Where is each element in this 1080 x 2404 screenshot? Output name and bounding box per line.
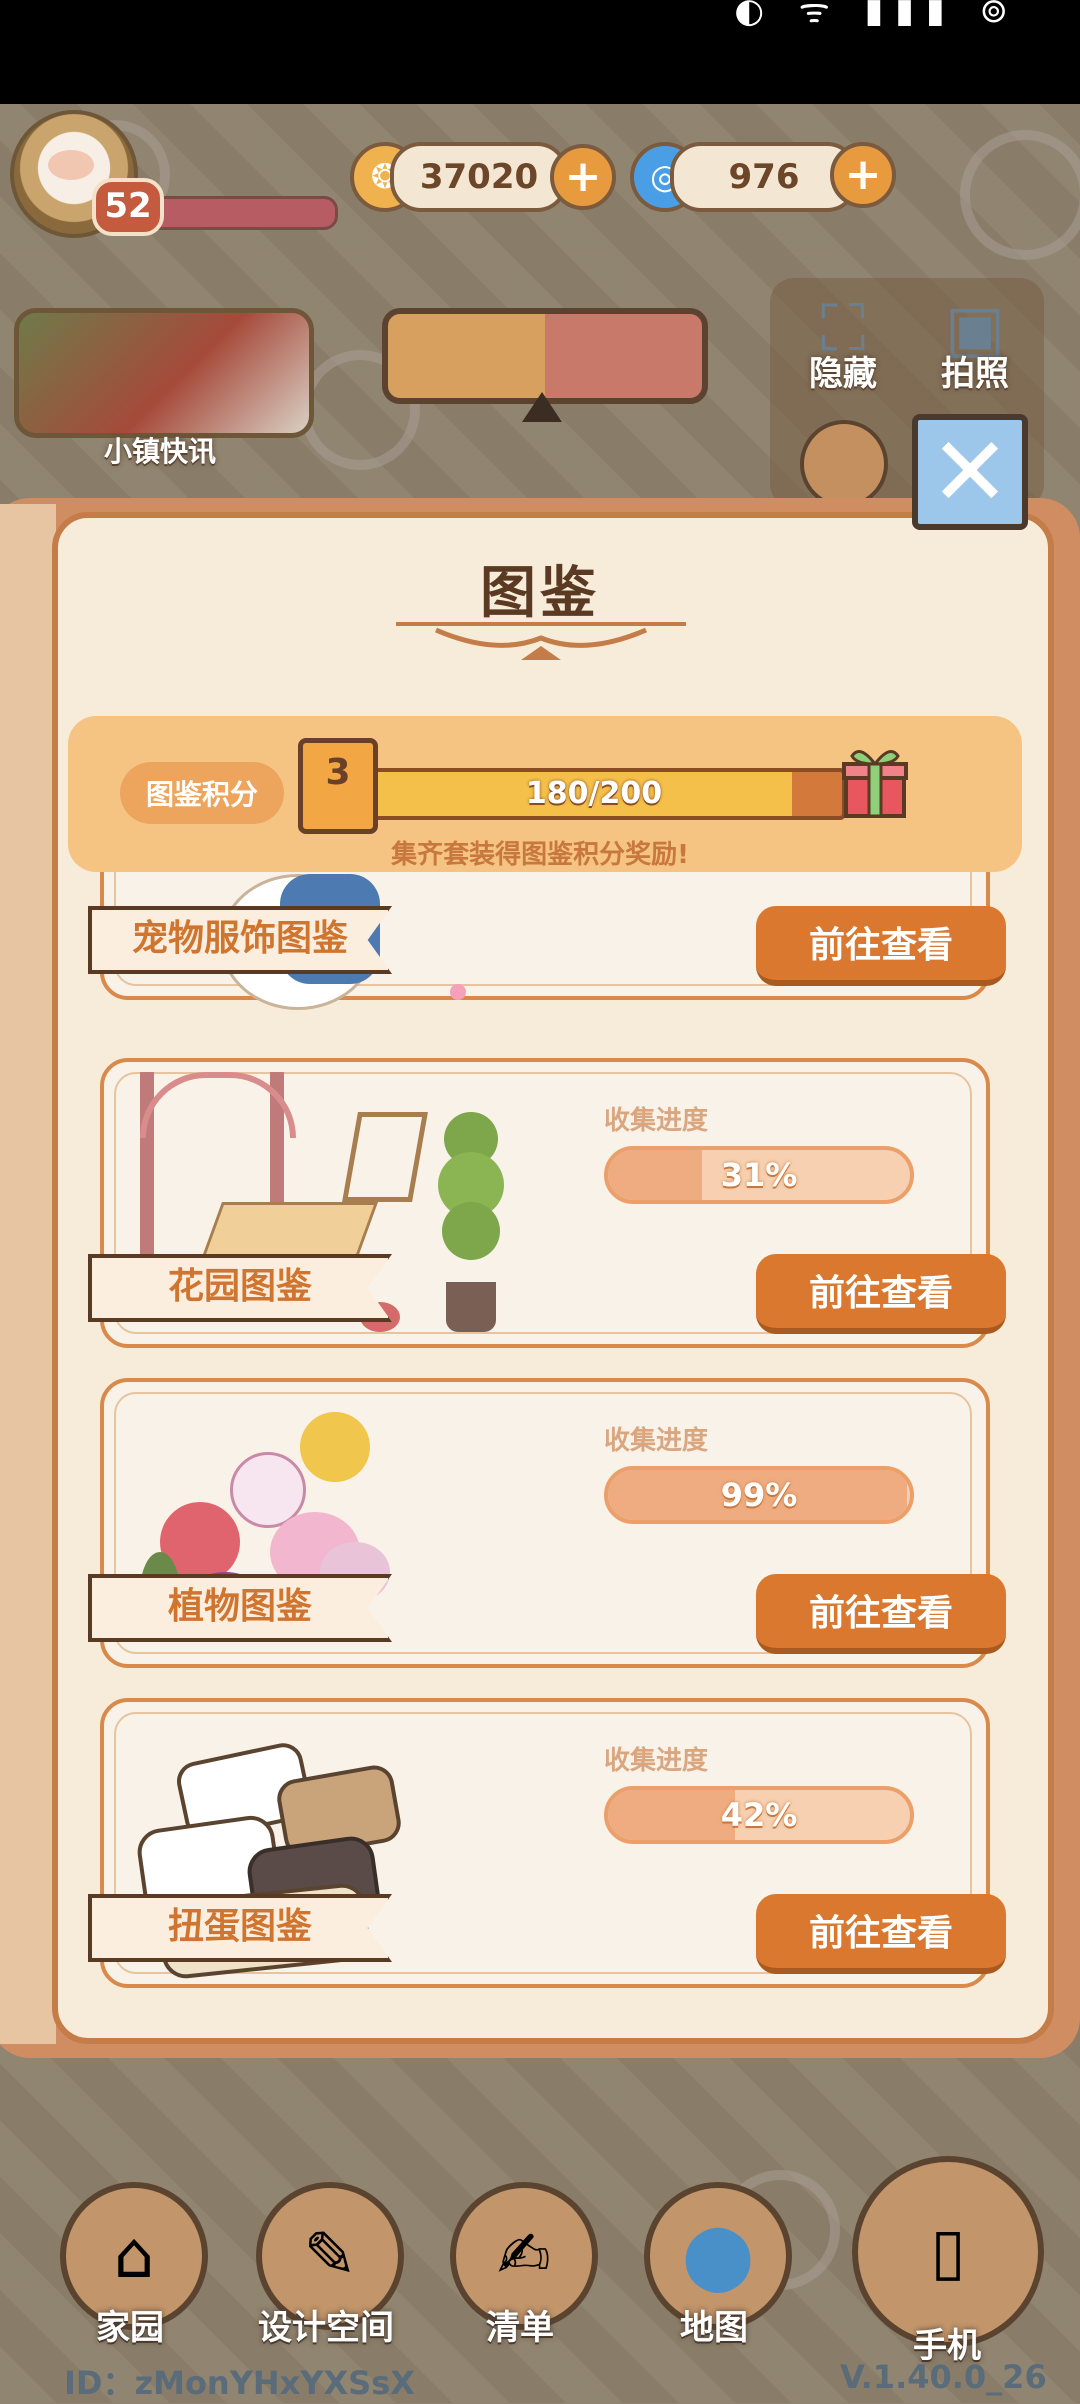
- card-title: 宠物服饰图鉴: [88, 906, 392, 974]
- megaphone-icon[interactable]: [800, 420, 888, 508]
- progress-label: 收集进度: [604, 1746, 709, 1776]
- status-icons: ◐ ᯤ ▮▮▮ ⊚: [734, 0, 1020, 31]
- town-news-label: 小镇快讯: [103, 435, 216, 468]
- add-coins-button[interactable]: +: [550, 144, 616, 210]
- coin-amount: 37020: [390, 142, 568, 212]
- nav-phone[interactable]: ▯ 手机: [852, 2156, 1044, 2367]
- progress-bar: 99%: [604, 1466, 914, 1524]
- view-plants-button[interactable]: 前往查看: [756, 1574, 1006, 1654]
- nav-map-label: 地图: [680, 2308, 748, 2348]
- nav-home[interactable]: ⌂ 家园: [60, 2182, 208, 2349]
- status-bar: ◐ ᯤ ▮▮▮ ⊚: [0, 0, 1080, 104]
- photo-label: 拍照: [941, 354, 1009, 394]
- progress-percent: 31%: [720, 1156, 798, 1194]
- points-hint: 集齐套装得图鉴积分奖励!: [391, 840, 689, 870]
- weather-panel[interactable]: [382, 308, 708, 404]
- nav-map[interactable]: ⬤ 地图: [644, 2182, 792, 2349]
- avatar-face: [48, 150, 94, 180]
- card-title: 扭蛋图鉴: [88, 1894, 392, 1962]
- view-garden-button[interactable]: 前往查看: [756, 1254, 1006, 1334]
- points-progress-text: 180/200: [525, 776, 663, 811]
- close-button[interactable]: ✕: [912, 414, 1028, 530]
- progress-bar: 31%: [604, 1146, 914, 1204]
- level-badge: 52: [92, 178, 164, 236]
- progress-label: 收集进度: [604, 1426, 709, 1456]
- nav-design-label: 设计空间: [258, 2308, 394, 2348]
- view-pet-outfits-button[interactable]: 前往查看: [756, 906, 1006, 986]
- progress-bar: 42%: [604, 1786, 914, 1844]
- collection-card-garden: 收集进度 31% 花园图鉴 前往查看: [88, 1058, 1006, 1348]
- points-progress-bar: 180/200: [342, 768, 846, 820]
- topiary-tree-illustration: [434, 1072, 514, 1342]
- progress-percent: 42%: [720, 1796, 798, 1834]
- collection-card-plants: 收集进度 99% 植物图鉴 前往查看: [88, 1378, 1006, 1668]
- weather-toggle-arrow-icon[interactable]: [522, 392, 562, 422]
- nav-home-label: 家园: [96, 2308, 164, 2348]
- sun-decoration: [960, 130, 1080, 260]
- collection-card-gacha: 收集进度 42% 扭蛋图鉴 前往查看: [88, 1698, 1006, 1988]
- book-spine: [0, 504, 56, 2044]
- gift-icon[interactable]: [842, 742, 908, 820]
- photo-button[interactable]: ▣ 拍照: [920, 292, 1030, 395]
- hide-ui-button[interactable]: ⛶ 隐藏: [788, 292, 898, 395]
- nav-checklist[interactable]: ✍ 清单: [450, 2182, 598, 2349]
- view-gacha-button[interactable]: 前往查看: [756, 1894, 1006, 1974]
- card-title: 花园图鉴: [88, 1254, 392, 1322]
- progress-percent: 99%: [720, 1476, 798, 1514]
- gem-counter: ◎ 976 +: [630, 142, 900, 212]
- progress-label: 收集进度: [604, 1106, 709, 1136]
- title-ornament-icon: [396, 622, 686, 660]
- card-title: 植物图鉴: [88, 1574, 392, 1642]
- town-news-card[interactable]: [14, 308, 314, 438]
- version-label: V.1.40.0_26: [840, 2358, 1047, 2396]
- hide-label: 隐藏: [809, 354, 877, 394]
- coin-counter: ❂ 37020 +: [350, 142, 616, 212]
- collection-list[interactable]: 宠物服饰图鉴 前往查看 收集进度 31% 花园图鉴 前往查看 收集进度 99% …: [70, 872, 1010, 2012]
- collection-card-pet-outfits: 宠物服饰图鉴 前往查看: [88, 872, 1006, 1010]
- points-label: 图鉴积分: [120, 762, 284, 824]
- nav-design-space[interactable]: ✎ 设计空间: [256, 2182, 404, 2349]
- player-id: ID：zMonYHxYXSsX: [64, 2364, 415, 2402]
- add-gems-button[interactable]: +: [830, 142, 896, 208]
- points-level-book-icon: 3: [298, 738, 378, 834]
- nav-list-label: 清单: [486, 2308, 554, 2348]
